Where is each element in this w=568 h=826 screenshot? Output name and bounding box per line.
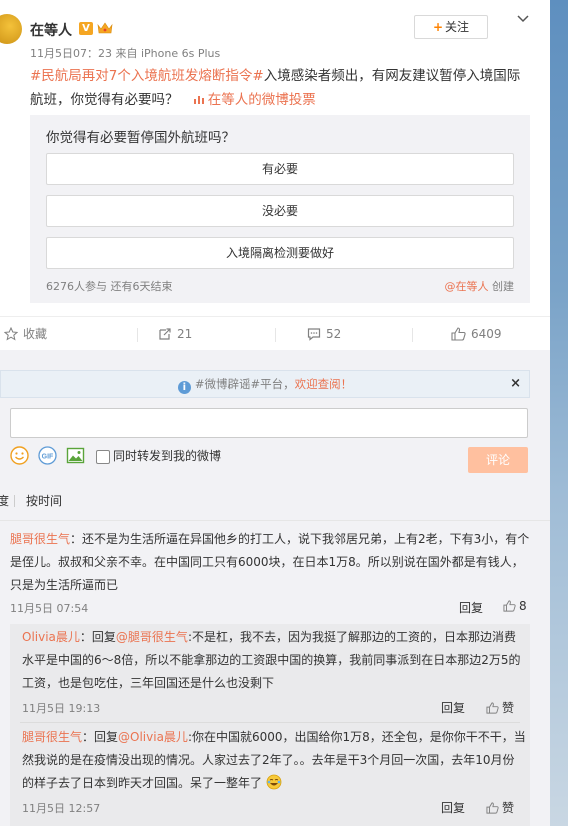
subcomment-mid: ：回复 bbox=[82, 730, 119, 744]
favorite-label: 收藏 bbox=[23, 327, 48, 341]
comment-like-button[interactable]: 8 bbox=[503, 599, 527, 613]
divider bbox=[412, 328, 413, 342]
post-text: #民航局再对7个入境航班发熔断指令#入境感染者频出，有网友建议暂停入境国际 航班… bbox=[30, 64, 540, 112]
username[interactable]: 在等人 bbox=[30, 20, 72, 40]
reply-button[interactable]: 回复 bbox=[441, 799, 465, 816]
post-text-line1: 入境感染者频出，有网友建议暂停入境国际 bbox=[263, 68, 521, 84]
verified-icon: V bbox=[79, 22, 93, 35]
post-source: 来自 iPhone 6s Plus bbox=[115, 47, 221, 60]
thumbs-up-icon bbox=[486, 701, 499, 714]
poll-option[interactable]: 没必要 bbox=[46, 195, 514, 227]
repost-button[interactable]: 21 bbox=[158, 317, 192, 351]
info-icon: i bbox=[177, 381, 191, 394]
gif-icon[interactable]: GIF bbox=[38, 446, 57, 465]
comment-button[interactable]: 52 bbox=[307, 317, 341, 351]
divider bbox=[137, 328, 138, 342]
poll-option[interactable]: 有必要 bbox=[46, 153, 514, 185]
comment-item: 腿哥很生气：还不是为生活所逼在异国他乡的打工人，说下我邻居兄弟，上有2老，下有3… bbox=[10, 528, 530, 597]
vote-icon bbox=[193, 96, 204, 104]
post-time[interactable]: 11月5日07：23 bbox=[30, 47, 112, 60]
vote-link[interactable]: 在等人的微博投票 bbox=[183, 92, 316, 108]
sort-by-time[interactable]: 按时间 bbox=[26, 492, 62, 509]
sort-by-heat[interactable]: 度 bbox=[0, 492, 9, 509]
post-meta: 11月5日07：23 来自 iPhone 6s Plus bbox=[30, 45, 220, 61]
image-icon[interactable] bbox=[66, 446, 85, 465]
comment-text: ：还不是为生活所逼在异国他乡的打工人，说下我邻居兄弟，上有2老，下有3小，有个是… bbox=[10, 532, 530, 592]
subcomment-like-label: 赞 bbox=[502, 801, 515, 815]
subcomment-user[interactable]: 腿哥很生气 bbox=[22, 730, 82, 744]
repost-count: 21 bbox=[177, 327, 193, 341]
subcomment-like-button[interactable]: 赞 bbox=[486, 699, 514, 716]
poll-option[interactable]: 入境隔离检测要做好 bbox=[46, 237, 514, 269]
thumbs-up-icon bbox=[503, 599, 516, 612]
reply-button[interactable]: 回复 bbox=[441, 699, 465, 716]
poll-participants: 6276人参与 还有6天结束 bbox=[46, 280, 173, 293]
thumbs-up-icon bbox=[451, 326, 466, 341]
poll-question: 你觉得有必要暂停国外航班吗？ bbox=[46, 130, 235, 146]
laugh-cry-emoji-icon bbox=[266, 774, 282, 790]
divider bbox=[14, 495, 15, 507]
subcomment-target[interactable]: @腿哥很生气 bbox=[116, 630, 188, 644]
topic-link[interactable]: #民航局再对7个入境航班发熔断指令# bbox=[30, 68, 264, 84]
subcomment-item: Olivia晨儿：回复@腿哥很生气:不是杠，我不去，因为我挺了解那边的工资的，日… bbox=[22, 626, 526, 695]
weibo-card: 在等人 V + 关注 11月5日07：23 来自 iPhone 6s Plus #… bbox=[0, 0, 550, 826]
submit-comment-button[interactable]: 评论 bbox=[468, 447, 528, 473]
close-icon[interactable]: × bbox=[510, 371, 521, 397]
like-count: 6409 bbox=[471, 327, 502, 341]
crown-icon bbox=[97, 22, 113, 34]
thumbs-up-icon bbox=[486, 801, 499, 814]
comment-input[interactable] bbox=[10, 408, 528, 438]
subcomment-like-label: 赞 bbox=[502, 701, 515, 715]
divider bbox=[0, 520, 550, 521]
chevron-down-icon[interactable] bbox=[516, 12, 530, 26]
subcomment-like-button[interactable]: 赞 bbox=[486, 799, 514, 816]
subcomment-user[interactable]: Olivia晨儿 bbox=[22, 630, 80, 644]
notice-prefix: #微博辟谣#平台， bbox=[194, 377, 295, 391]
sort-bar: 度 按时间 bbox=[0, 492, 550, 512]
comment-section: i #微博辟谣#平台，欢迎查阅！ × GIF 同时转发到我的微博 评论 度 按时… bbox=[0, 350, 550, 826]
action-bar: 收藏 21 52 6409 bbox=[0, 316, 550, 351]
subcomment-time: 11月5日 19:13 bbox=[22, 702, 101, 715]
forward-checkbox[interactable] bbox=[96, 450, 110, 464]
background-strip bbox=[550, 0, 568, 826]
follow-button[interactable]: + 关注 bbox=[414, 15, 488, 39]
vote-link-label: 在等人的微博投票 bbox=[207, 92, 316, 108]
subcomment-target[interactable]: @Olivia晨儿 bbox=[118, 730, 188, 744]
poll-creator-link[interactable]: @在等人 bbox=[445, 280, 489, 293]
star-icon bbox=[3, 326, 19, 341]
page: 在等人 V + 关注 11月5日07：23 来自 iPhone 6s Plus #… bbox=[0, 0, 568, 826]
poll-creator: @在等人 创建 bbox=[445, 278, 515, 294]
comment-like-count: 8 bbox=[519, 599, 527, 613]
comment-user[interactable]: 腿哥很生气 bbox=[10, 532, 70, 546]
notice-link[interactable]: 欢迎查阅！ bbox=[295, 377, 353, 391]
avatar[interactable] bbox=[0, 14, 22, 44]
repost-icon bbox=[159, 327, 171, 340]
gif-label: GIF bbox=[42, 454, 54, 461]
subcomment-time: 11月5日 12:57 bbox=[22, 802, 101, 815]
rumor-notice: i #微博辟谣#平台，欢迎查阅！ × bbox=[0, 370, 530, 398]
subcomment-item: 腿哥很生气：回复@Olivia晨儿:你在中国就6000，出国给你1万8，还全包，… bbox=[22, 726, 526, 795]
favorite-button[interactable]: 收藏 bbox=[3, 317, 48, 351]
like-button[interactable]: 6409 bbox=[451, 317, 502, 351]
emoji-icon[interactable] bbox=[10, 446, 29, 465]
comment-count: 52 bbox=[326, 327, 342, 341]
divider bbox=[275, 328, 276, 342]
reply-button[interactable]: 回复 bbox=[459, 599, 483, 616]
plus-icon: + bbox=[432, 20, 444, 34]
subcomment-box: Olivia晨儿：回复@腿哥很生气:不是杠，我不去，因为我挺了解那边的工资的，日… bbox=[10, 624, 530, 826]
follow-label: 关注 bbox=[445, 20, 470, 34]
subcomment-mid: ：回复 bbox=[79, 630, 116, 644]
poll-creator-suffix: 创建 bbox=[488, 280, 514, 293]
forward-label: 同时转发到我的微博 bbox=[113, 449, 222, 463]
divider bbox=[20, 722, 520, 723]
poll-card: 你觉得有必要暂停国外航班吗？ 有必要 没必要 入境隔离检测要做好 6276人参与… bbox=[30, 115, 530, 303]
post-text-line2: 航班，你觉得有必要吗？ bbox=[30, 92, 179, 108]
comment-icon bbox=[307, 327, 321, 341]
comment-time: 11月5日 07:54 bbox=[10, 602, 89, 615]
